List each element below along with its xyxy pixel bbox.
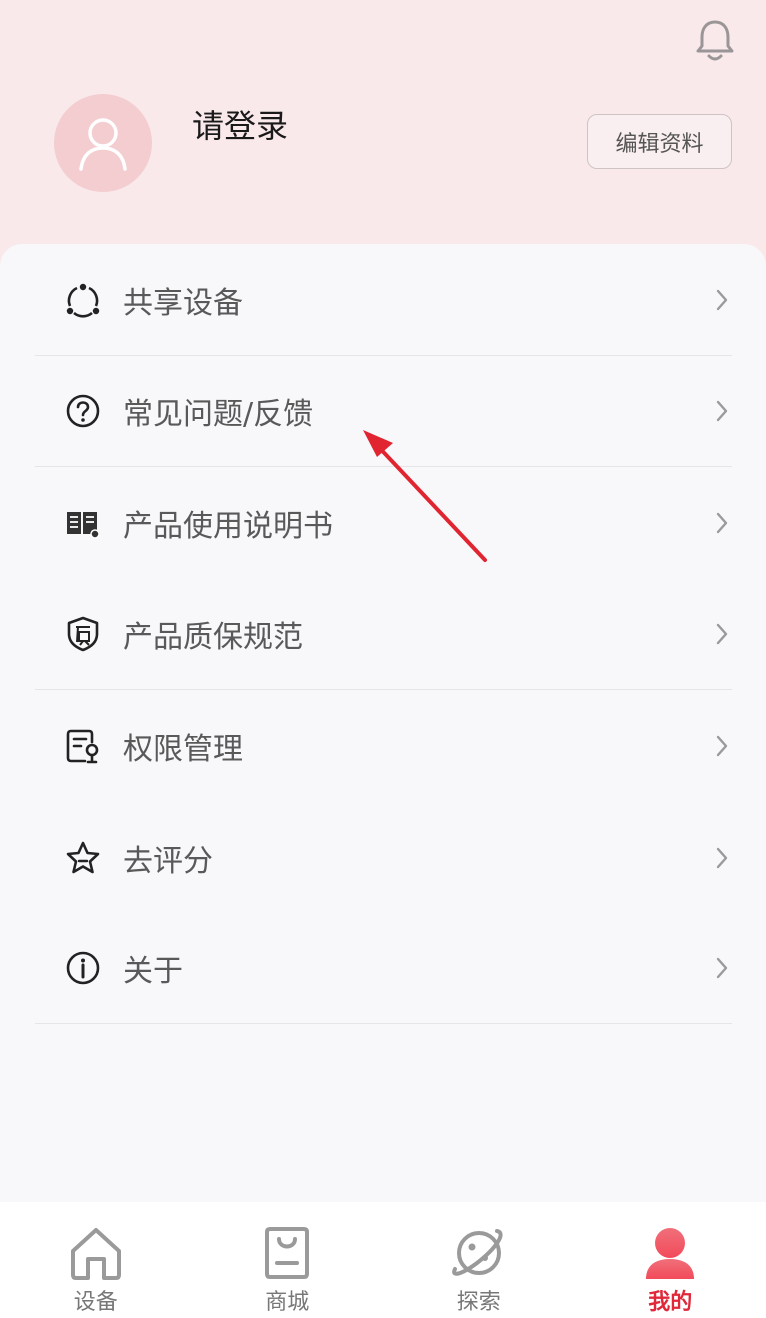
menu-item-label: 常见问题/反馈	[123, 397, 314, 432]
menu-item-share-devices[interactable]: 共享设备	[35, 245, 732, 356]
menu-item-label: 产品使用说明书	[123, 508, 333, 544]
chevron-right-icon	[712, 509, 732, 537]
permission-icon	[65, 728, 101, 764]
chevron-right-icon	[712, 844, 732, 872]
notification-bell-icon[interactable]	[692, 16, 738, 66]
user-avatar-icon	[79, 118, 127, 171]
menu-item-faq-feedback[interactable]: 常见问题/反馈	[35, 356, 732, 467]
home-icon	[67, 1224, 125, 1282]
menu-item-warranty[interactable]: 产品质保规范	[35, 579, 732, 690]
tab-label: 商城	[265, 1290, 310, 1315]
tab-explore[interactable]: 探索	[383, 1202, 575, 1318]
planet-icon	[450, 1224, 508, 1282]
menu-item-label: 共享设备	[123, 286, 243, 321]
tab-label: 设备	[73, 1290, 118, 1315]
chevron-right-icon	[712, 397, 732, 425]
share-devices-icon	[65, 282, 101, 318]
chevron-right-icon	[712, 286, 732, 314]
menu-item-label: 权限管理	[123, 731, 243, 767]
menu-item-label: 关于	[123, 954, 183, 989]
profile-header: 请登录 编辑资料	[0, 0, 766, 270]
chevron-right-icon	[712, 620, 732, 648]
menu-item-product-manual[interactable]: 产品使用说明书	[35, 467, 732, 578]
tab-mine[interactable]: 我的	[575, 1202, 766, 1318]
tab-label: 我的	[648, 1290, 693, 1315]
star-icon	[65, 840, 101, 876]
menu-item-permissions[interactable]: 权限管理	[35, 690, 732, 801]
avatar[interactable]	[54, 94, 152, 192]
tab-mall[interactable]: 商城	[192, 1202, 384, 1318]
menu-item-about[interactable]: 关于	[35, 913, 732, 1024]
edit-profile-button[interactable]: 编辑资料	[587, 114, 732, 169]
chevron-right-icon	[712, 732, 732, 760]
shopping-bag-icon	[258, 1224, 316, 1282]
menu-item-label: 去评分	[123, 843, 213, 879]
login-prompt[interactable]: 请登录	[192, 104, 288, 148]
manual-book-icon	[65, 505, 101, 541]
tab-devices[interactable]: 设备	[0, 1202, 192, 1318]
user-icon	[641, 1224, 699, 1282]
menu-item-label: 产品质保规范	[123, 620, 303, 655]
chevron-right-icon	[712, 954, 732, 982]
warranty-shield-icon	[65, 616, 101, 652]
question-circle-icon	[65, 393, 101, 429]
tab-label: 探索	[456, 1290, 501, 1315]
info-icon	[65, 950, 101, 986]
menu-item-rate[interactable]: 去评分	[35, 802, 732, 913]
bottom-tab-bar: 设备 商城 探索 我的	[0, 1202, 766, 1318]
